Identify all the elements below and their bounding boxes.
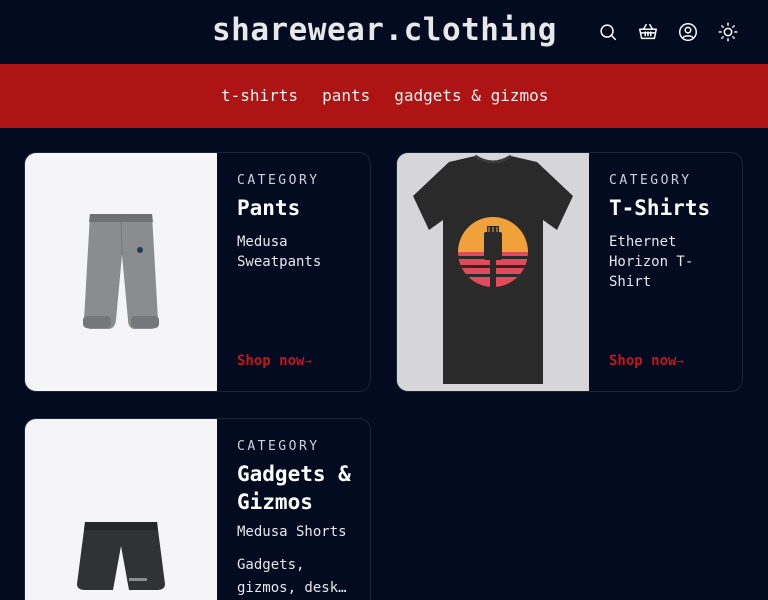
nav-link-pants[interactable]: pants — [322, 86, 370, 105]
basket-icon[interactable] — [636, 20, 660, 44]
shop-now-label: Shop now — [237, 353, 305, 369]
sweatpants-image — [83, 213, 159, 329]
product-image-tshirt[interactable] — [397, 153, 589, 391]
arrow-right-icon: → — [304, 354, 312, 368]
site-header: sharewear.clothing — [0, 0, 768, 64]
product-name[interactable]: Medusa Sweatpants — [237, 232, 355, 272]
category-nav: t-shirts pants gadgets & gizmos — [0, 64, 768, 128]
search-icon[interactable] — [596, 20, 620, 44]
product-name[interactable]: Medusa Shorts — [237, 522, 355, 542]
card-title[interactable]: Pants — [237, 194, 355, 222]
category-card-t-shirts[interactable]: CATEGORY T-Shirts Ethernet Horizon T-Shi… — [396, 152, 743, 392]
category-card-pants[interactable]: CATEGORY Pants Medusa Sweatpants Shop no… — [24, 152, 371, 392]
shorts-image — [77, 522, 165, 590]
card-eyebrow: CATEGORY — [237, 173, 320, 188]
category-card-gadgets-gizmos[interactable]: CATEGORY Gadgets & Gizmos Medusa Shorts … — [24, 418, 371, 600]
card-title[interactable]: T-Shirts — [609, 194, 727, 222]
nav-link-gadgets-gizmos[interactable]: gadgets & gizmos — [394, 86, 548, 105]
account-icon[interactable] — [676, 20, 700, 44]
card-eyebrow: CATEGORY — [237, 439, 320, 454]
product-image-sweatpants[interactable] — [25, 153, 217, 391]
product-name[interactable]: Ethernet Horizon T-Shirt — [609, 232, 727, 292]
category-description: Gadgets, gizmos, desk… — [237, 557, 347, 596]
product-image-shorts[interactable] — [25, 419, 217, 600]
shop-now-label: Shop now — [609, 353, 677, 369]
nav-link-t-shirts[interactable]: t-shirts — [221, 86, 298, 105]
card-eyebrow: CATEGORY — [609, 173, 692, 188]
theme-toggle-icon[interactable] — [716, 20, 740, 44]
card-title[interactable]: Gadgets & Gizmos — [237, 460, 355, 516]
shop-now-link[interactable]: Shop now→ — [237, 353, 312, 369]
arrow-right-icon: → — [676, 354, 684, 368]
shop-now-link[interactable]: Shop now→ — [609, 353, 684, 369]
brand-logo[interactable]: sharewear.clothing — [212, 12, 557, 48]
tshirt-image — [397, 153, 589, 391]
